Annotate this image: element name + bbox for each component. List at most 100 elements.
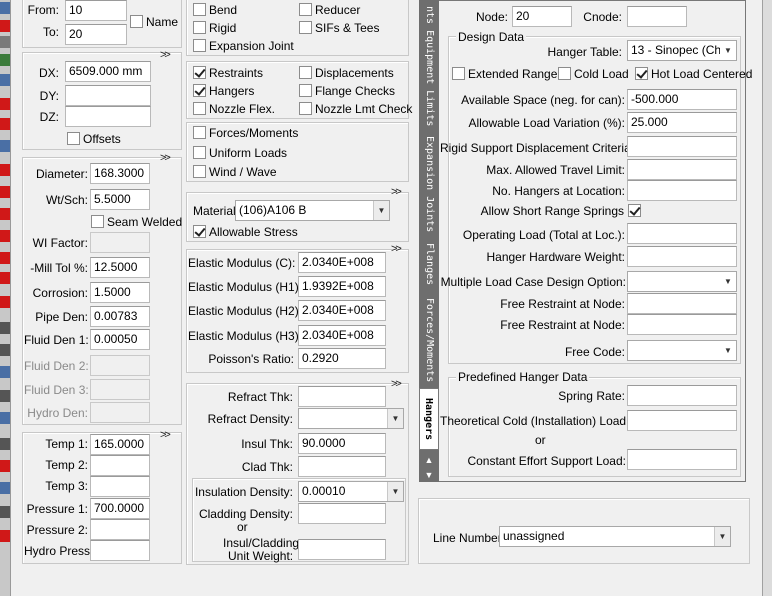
tab-flanges[interactable]: Flanges [419, 236, 439, 292]
forces-moments-checkbox[interactable] [193, 126, 206, 139]
hydro-press-field[interactable] [90, 540, 150, 561]
hanger-table-select[interactable]: 13 - Sinopec (Chin ▼ [627, 40, 737, 61]
chevron-down-icon[interactable]: ▼ [373, 201, 389, 220]
temp3-field[interactable] [90, 476, 150, 497]
node-field[interactable]: 20 [512, 6, 572, 27]
chevron-down-icon[interactable]: ▼ [387, 482, 403, 501]
tool-icon-1[interactable] [0, 2, 10, 14]
pressure2-field[interactable] [90, 519, 150, 540]
cladding-density-field[interactable] [298, 503, 386, 524]
pipe-den-field[interactable]: 0.00783 [90, 306, 150, 327]
tool-icon-7[interactable] [0, 118, 10, 130]
dx-field[interactable]: 6509.000 mm [65, 61, 151, 82]
tool-icon-13[interactable] [0, 252, 10, 264]
bend-checkbox[interactable] [193, 3, 206, 16]
chevron-down-icon[interactable]: ▼ [720, 341, 736, 360]
fluid-den2-field[interactable] [90, 355, 150, 376]
rigid-checkbox[interactable] [193, 21, 206, 34]
allow-short-range-checkbox[interactable] [628, 204, 641, 217]
no-hangers-field[interactable] [627, 180, 737, 201]
tool-icon-18[interactable] [0, 366, 10, 378]
elastic-h2-field[interactable]: 2.0340E+008 [298, 300, 386, 321]
hardware-weight-field[interactable] [627, 246, 737, 267]
wind-wave-checkbox[interactable] [193, 165, 206, 178]
tool-icon-15[interactable] [0, 296, 10, 308]
tool-icon-22[interactable] [0, 460, 10, 472]
tab-hangers[interactable]: Hangers [419, 388, 439, 450]
expansion-joint-checkbox[interactable] [193, 39, 206, 52]
hangers-checkbox[interactable] [193, 84, 206, 97]
dz-field[interactable] [65, 106, 151, 127]
temp2-field[interactable] [90, 455, 150, 476]
tab-expansion-joints[interactable]: Expansion Joints [419, 133, 439, 236]
elastic-h1-field[interactable]: 1.9392E+008 [298, 276, 386, 297]
seam-welded-checkbox[interactable] [91, 215, 104, 228]
refract-thk-field[interactable] [298, 386, 386, 407]
expand-chevron-icon[interactable]: >> [160, 429, 171, 441]
tool-icon-24[interactable] [0, 506, 10, 518]
insul-thk-field[interactable]: 90.0000 [298, 433, 386, 454]
tab-scroll-up-icon[interactable]: ▲ [420, 453, 438, 467]
wi-factor-field[interactable] [90, 232, 150, 253]
tab-scroll-down-icon[interactable]: ▼ [420, 468, 438, 482]
spring-rate-field[interactable] [627, 385, 737, 406]
chevron-down-icon[interactable]: ▼ [714, 527, 730, 546]
multi-load-case-select[interactable]: ▼ [627, 271, 737, 292]
operating-load-field[interactable] [627, 223, 737, 244]
tool-icon-5[interactable] [0, 74, 10, 86]
nozzle-flex-checkbox[interactable] [193, 102, 206, 115]
flange-checks-checkbox[interactable] [299, 84, 312, 97]
wtsch-field[interactable]: 5.5000 [90, 189, 150, 210]
tool-icon-16[interactable] [0, 322, 10, 334]
tool-icon-23[interactable] [0, 482, 10, 494]
clad-thk-field[interactable] [298, 456, 386, 477]
tool-icon-6[interactable] [0, 98, 10, 110]
tab-forces-moments[interactable]: Forces/Moments [419, 292, 439, 388]
tool-icon-21[interactable] [0, 438, 10, 450]
chevron-down-icon[interactable]: ▼ [720, 41, 736, 60]
expand-chevron-icon[interactable]: >> [160, 152, 171, 164]
hot-load-centered-checkbox[interactable] [635, 67, 648, 80]
restraints-checkbox[interactable] [193, 66, 206, 79]
tool-icon-3[interactable] [0, 36, 10, 48]
tool-icon-10[interactable] [0, 186, 10, 198]
line-number-select[interactable]: unassigned ▼ [499, 526, 731, 547]
mill-tol-field[interactable]: 12.5000 [90, 257, 150, 278]
tool-icon-19[interactable] [0, 390, 10, 402]
tab-equipment-limits[interactable]: nts Equipment Limits [419, 0, 439, 133]
tool-icon-2[interactable] [0, 20, 10, 32]
tool-icon-20[interactable] [0, 412, 10, 424]
offsets-checkbox[interactable] [67, 132, 80, 145]
expand-chevron-icon[interactable]: >> [391, 186, 402, 198]
elastic-c-field[interactable]: 2.0340E+008 [298, 252, 386, 273]
available-space-field[interactable]: -500.000 [627, 89, 737, 110]
hydro-den-field[interactable] [90, 402, 150, 423]
tool-icon-25[interactable] [0, 530, 10, 542]
constant-effort-load-field[interactable] [627, 449, 737, 470]
insul-cladding-weight-field[interactable] [298, 539, 386, 560]
expand-chevron-icon[interactable]: >> [391, 378, 402, 390]
tool-icon-17[interactable] [0, 344, 10, 356]
extended-range-checkbox[interactable] [452, 67, 465, 80]
theoretical-cold-load-field[interactable] [627, 410, 737, 431]
insulation-density-select[interactable]: 0.00010 ▼ [298, 481, 404, 502]
free-restraint1-field[interactable] [627, 293, 737, 314]
allowable-stress-checkbox[interactable] [193, 225, 206, 238]
chevron-down-icon[interactable]: ▼ [387, 409, 403, 428]
uniform-loads-checkbox[interactable] [193, 146, 206, 159]
temp1-field[interactable]: 165.0000 [90, 434, 150, 455]
corrosion-field[interactable]: 1.5000 [90, 282, 150, 303]
name-checkbox[interactable] [130, 15, 143, 28]
cnode-field[interactable] [627, 6, 687, 27]
displacements-checkbox[interactable] [299, 66, 312, 79]
tool-icon-11[interactable] [0, 208, 10, 220]
free-restraint2-field[interactable] [627, 314, 737, 335]
cold-load-checkbox[interactable] [558, 67, 571, 80]
expand-chevron-icon[interactable]: >> [391, 243, 402, 255]
fluid-den3-field[interactable] [90, 379, 150, 400]
diameter-field[interactable]: 168.3000 [90, 163, 150, 184]
fluid-den1-field[interactable]: 0.00050 [90, 329, 150, 350]
tool-icon-8[interactable] [0, 140, 10, 152]
material-select[interactable]: (106)A106 B ▼ [235, 200, 390, 221]
dy-field[interactable] [65, 85, 151, 106]
